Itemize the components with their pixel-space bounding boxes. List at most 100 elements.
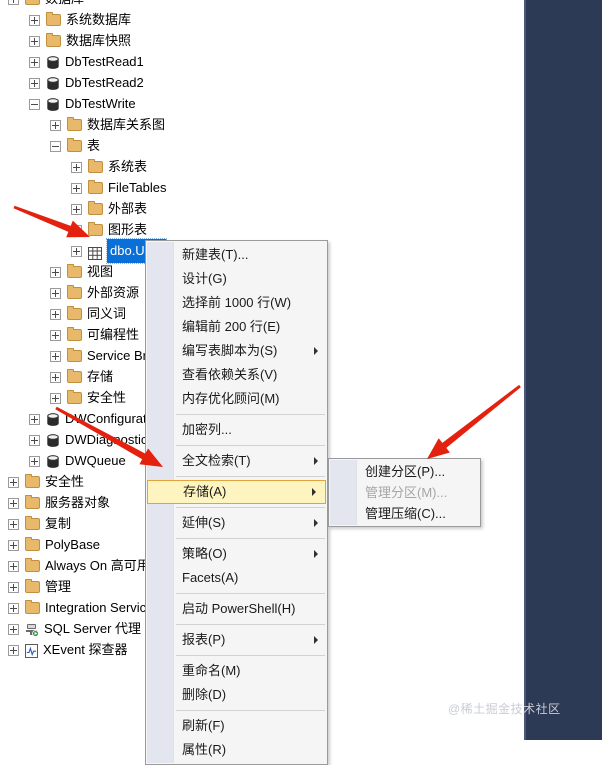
- tree-item-表[interactable]: 表: [50, 135, 100, 157]
- expand-toggle-icon[interactable]: [8, 560, 19, 572]
- expand-toggle-icon[interactable]: [50, 350, 61, 362]
- expand-toggle-icon[interactable]: [71, 224, 82, 236]
- menu-item-label: 延伸(S): [182, 515, 226, 530]
- tree-item-数据库快照[interactable]: 数据库快照: [29, 30, 131, 52]
- tree-item-PolyBase[interactable]: PolyBase: [8, 534, 100, 556]
- expand-toggle-icon[interactable]: [29, 413, 40, 425]
- expand-toggle-icon[interactable]: [8, 623, 19, 635]
- tree-item-外部表[interactable]: 外部表: [71, 198, 147, 220]
- tree-item-安全性[interactable]: 安全性: [50, 387, 126, 409]
- folder-icon: [46, 12, 61, 26]
- expand-toggle-icon[interactable]: [8, 581, 19, 593]
- tree-item-存储[interactable]: 存储: [50, 366, 113, 388]
- tree-item-DbTestRead2[interactable]: DbTestRead2: [29, 72, 144, 94]
- tree-item-DbTestWrite[interactable]: DbTestWrite: [29, 93, 136, 115]
- expand-toggle-icon[interactable]: [8, 518, 19, 530]
- tree-item-复制[interactable]: 复制: [8, 513, 71, 535]
- menu-item[interactable]: 重命名(M): [146, 659, 327, 683]
- expand-toggle-icon[interactable]: [29, 434, 40, 446]
- tree-item-同义词[interactable]: 同义词: [50, 303, 126, 325]
- tree-item-图形表[interactable]: 图形表: [71, 219, 147, 241]
- folder-icon: [88, 180, 103, 194]
- tree-item-XEvent 探查器[interactable]: XEvent 探查器: [8, 639, 128, 661]
- menu-item-label: 启动 PowerShell(H): [182, 601, 296, 616]
- menu-item[interactable]: 策略(O): [146, 542, 327, 566]
- menu-item[interactable]: 加密列...: [146, 418, 327, 442]
- collapse-toggle-icon[interactable]: [50, 140, 61, 152]
- menu-item[interactable]: 编辑前 200 行(E): [146, 315, 327, 339]
- menu-separator: [176, 624, 325, 625]
- tree-item-SQL Server 代理[interactable]: SQL Server 代理: [8, 618, 141, 640]
- submenu-item[interactable]: 管理压缩(C)...: [329, 503, 480, 524]
- menu-item[interactable]: 全文检索(T): [146, 449, 327, 473]
- tree-item-label: SQL Server 代理: [44, 621, 142, 636]
- tree-item-服务器对象[interactable]: 服务器对象: [8, 492, 110, 514]
- expand-toggle-icon[interactable]: [71, 203, 82, 215]
- expand-toggle-icon[interactable]: [8, 497, 19, 509]
- expand-toggle-icon[interactable]: [50, 329, 61, 341]
- expand-toggle-icon[interactable]: [29, 455, 40, 467]
- tree-item-DbTestRead1[interactable]: DbTestRead1: [29, 51, 144, 73]
- expand-toggle-icon[interactable]: [8, 602, 19, 614]
- menu-item[interactable]: 属性(R): [146, 738, 327, 762]
- menu-item[interactable]: 选择前 1000 行(W): [146, 291, 327, 315]
- menu-item[interactable]: 报表(P): [146, 628, 327, 652]
- menu-item[interactable]: 设计(G): [146, 267, 327, 291]
- expand-toggle-icon[interactable]: [50, 119, 61, 131]
- expand-toggle-icon[interactable]: [29, 77, 40, 89]
- expand-toggle-icon[interactable]: [8, 644, 19, 656]
- expand-toggle-icon[interactable]: [71, 182, 82, 194]
- storage-submenu[interactable]: 创建分区(P)... 管理分区(M)... 管理压缩(C)...: [328, 458, 481, 527]
- menu-item-label: 全文检索(T): [182, 453, 251, 468]
- expand-toggle-icon[interactable]: [29, 56, 40, 68]
- tree-item-label: 服务器对象: [45, 495, 111, 510]
- tree-item-label: DWDiagnostics: [65, 432, 154, 447]
- menu-item[interactable]: 查看依赖关系(V): [146, 363, 327, 387]
- expand-toggle-icon[interactable]: [8, 476, 19, 488]
- tree-item-label: DWQueue: [65, 453, 126, 468]
- expand-toggle-icon[interactable]: [71, 161, 82, 173]
- tree-item-数据库关系图[interactable]: 数据库关系图: [50, 114, 165, 136]
- tree-item-可编程性[interactable]: 可编程性: [50, 324, 139, 346]
- tree-item-DWDiagnostics[interactable]: DWDiagnostics: [29, 429, 154, 451]
- tree-item-外部资源[interactable]: 外部资源: [50, 282, 139, 304]
- expand-toggle-icon[interactable]: [50, 287, 61, 299]
- table-context-menu[interactable]: 新建表(T)... 设计(G) 选择前 1000 行(W) 编辑前 200 行(E) 编…: [145, 240, 328, 765]
- submenu-item-label: 创建分区(P)...: [365, 464, 446, 479]
- tree-item-FileTables[interactable]: FileTables: [71, 177, 167, 199]
- expand-toggle-icon[interactable]: [29, 14, 40, 26]
- collapse-toggle-icon[interactable]: [29, 98, 40, 110]
- submenu-chevron-right-icon: [314, 519, 318, 527]
- menu-item[interactable]: 延伸(S): [146, 511, 327, 535]
- expand-toggle-icon[interactable]: [50, 266, 61, 278]
- menu-item[interactable]: 刷新(F): [146, 714, 327, 738]
- submenu-item-label: 管理分区(M)...: [365, 485, 448, 500]
- tree-item-label: XEvent 探查器: [43, 642, 128, 657]
- submenu-item[interactable]: 创建分区(P)...: [329, 461, 480, 482]
- menu-item[interactable]: 存储(A): [147, 480, 326, 504]
- database-icon: [46, 55, 60, 69]
- expand-toggle-icon[interactable]: [8, 539, 19, 551]
- menu-separator: [176, 710, 325, 711]
- tree-item-系统数据库[interactable]: 系统数据库: [29, 9, 131, 31]
- expand-toggle-icon[interactable]: [29, 35, 40, 47]
- folder-icon: [67, 117, 82, 131]
- tree-item-系统表[interactable]: 系统表: [71, 156, 147, 178]
- tree-item-Always On 高可用性[interactable]: Always On 高可用性: [8, 555, 163, 577]
- menu-item[interactable]: Facets(A): [146, 566, 327, 590]
- expand-toggle-icon[interactable]: [8, 0, 19, 5]
- menu-item[interactable]: 启动 PowerShell(H): [146, 597, 327, 621]
- expand-toggle-icon[interactable]: [50, 308, 61, 320]
- expand-toggle-icon[interactable]: [50, 371, 61, 383]
- tree-item-DWConfiguration[interactable]: DWConfiguration: [29, 408, 164, 430]
- expand-toggle-icon[interactable]: [50, 392, 61, 404]
- tree-item-安全性[interactable]: 安全性: [8, 471, 84, 493]
- menu-item[interactable]: 新建表(T)...: [146, 243, 327, 267]
- tree-item-管理[interactable]: 管理: [8, 576, 71, 598]
- menu-item[interactable]: 内存优化顾问(M): [146, 387, 327, 411]
- expand-toggle-icon[interactable]: [71, 245, 82, 257]
- tree-item-DWQueue[interactable]: DWQueue: [29, 450, 126, 472]
- menu-item[interactable]: 删除(D): [146, 683, 327, 707]
- tree-item-视图[interactable]: 视图: [50, 261, 113, 283]
- menu-item[interactable]: 编写表脚本为(S): [146, 339, 327, 363]
